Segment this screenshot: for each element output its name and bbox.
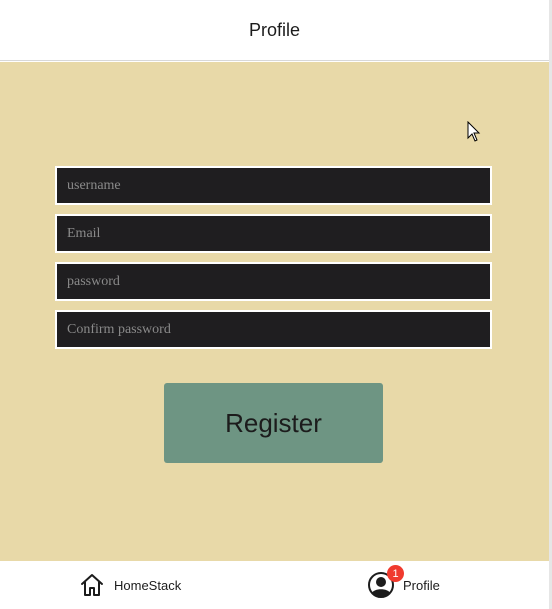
confirm-password-input[interactable]	[55, 310, 492, 349]
mouse-cursor-icon	[467, 121, 481, 142]
notification-badge: 1	[387, 565, 404, 582]
tab-homestack-label: HomeStack	[114, 577, 182, 593]
password-input[interactable]	[55, 262, 492, 301]
username-input[interactable]	[55, 166, 492, 205]
email-input[interactable]	[55, 214, 492, 253]
tab-profile[interactable]: 1 Profile	[367, 561, 440, 609]
tab-profile-label: Profile	[403, 577, 440, 593]
home-icon	[78, 571, 106, 599]
register-button[interactable]: Register	[164, 383, 383, 463]
bottom-tab-bar: HomeStack 1 Profile	[0, 561, 549, 609]
page-title: Profile	[248, 19, 301, 40]
tab-homestack[interactable]: HomeStack	[78, 561, 181, 609]
app-header: Profile	[0, 0, 549, 61]
user-circle-icon: 1	[367, 565, 404, 599]
